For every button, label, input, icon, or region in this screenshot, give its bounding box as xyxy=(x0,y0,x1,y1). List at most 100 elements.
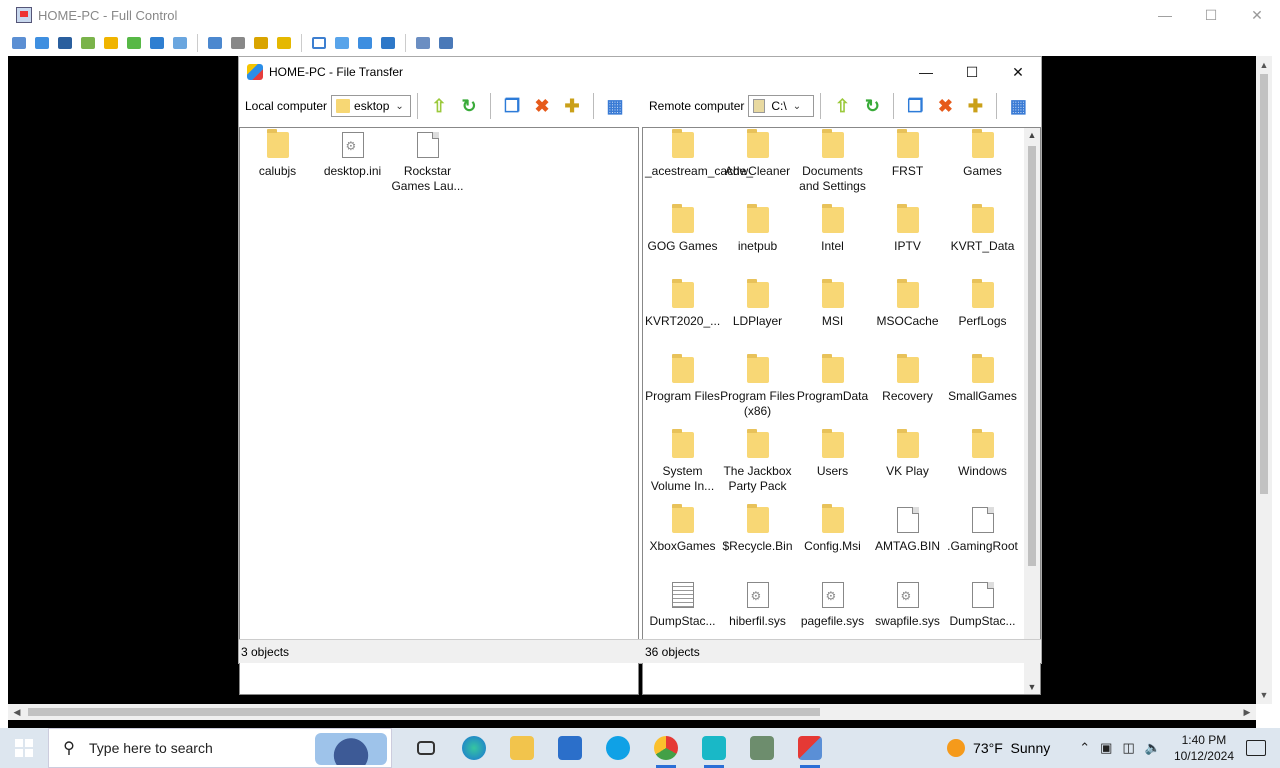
folder-item[interactable]: ProgramData xyxy=(795,354,870,404)
folder-item[interactable]: Windows xyxy=(945,429,1020,479)
fullscreen-icon[interactable] xyxy=(356,34,374,52)
file-item[interactable]: desktop.ini xyxy=(315,132,390,179)
vpn-button[interactable] xyxy=(690,728,738,768)
network-icon[interactable] xyxy=(229,34,247,52)
local-file-pane[interactable]: calubjs desktop.ini Rockstar Games Lau... xyxy=(239,127,639,695)
remote-copy-button[interactable]: ❐ xyxy=(902,93,928,119)
scroll-up-arrow-icon[interactable]: ▲ xyxy=(1256,58,1272,72)
folder-item[interactable]: KVRT2020_... xyxy=(645,279,720,329)
chevron-up-icon[interactable]: ⌃ xyxy=(1079,740,1090,756)
folder-item[interactable]: XboxGames xyxy=(645,504,720,554)
scroll-thumb[interactable] xyxy=(1260,74,1268,494)
folder-item[interactable]: $Recycle.Bin xyxy=(720,504,795,554)
folder-item[interactable]: KVRT_Data xyxy=(945,204,1020,254)
outer-horizontal-scrollbar[interactable]: ◀ ▶ xyxy=(8,704,1256,720)
folder-item[interactable]: Program Files (x86) xyxy=(720,354,795,419)
folder-item[interactable]: AdwCleaner xyxy=(720,129,795,179)
remote-new-folder-button[interactable]: ✚ xyxy=(962,93,988,119)
scale-icon[interactable] xyxy=(379,34,397,52)
message-icon[interactable] xyxy=(171,34,189,52)
clock[interactable]: 1:40 PM 10/12/2024 xyxy=(1174,732,1234,764)
local-new-folder-button[interactable]: ✚ xyxy=(559,93,585,119)
edge-button[interactable] xyxy=(450,728,498,768)
remote-file-pane[interactable]: ▲ ▼ _acestream_cache_ AdwCleaner Documents… xyxy=(642,127,1041,695)
file-item[interactable]: hiberfil.sys xyxy=(720,582,795,629)
file-item[interactable]: AMTAG.BIN xyxy=(870,507,945,554)
local-up-folder-button[interactable]: ⇧ xyxy=(426,93,452,119)
volume-icon[interactable]: 🔈 xyxy=(1145,740,1161,756)
ft-maximize-button[interactable]: ☐ xyxy=(949,57,995,87)
settings-tools-icon[interactable] xyxy=(437,34,455,52)
notification-icon[interactable] xyxy=(1246,740,1266,756)
folder-item[interactable]: The Jackbox Party Pack xyxy=(720,429,795,494)
file-item[interactable]: swapfile.sys xyxy=(870,582,945,629)
folder-item[interactable]: Intel xyxy=(795,204,870,254)
weather-widget[interactable]: 73°F Sunny xyxy=(947,739,1050,757)
folder-item[interactable]: MSI xyxy=(795,279,870,329)
fit-screen-icon[interactable] xyxy=(333,34,351,52)
chrome-button[interactable] xyxy=(642,728,690,768)
folder-item[interactable]: Program Files xyxy=(645,354,720,404)
folder-item[interactable]: LDPlayer xyxy=(720,279,795,329)
file-item[interactable]: .GamingRoot xyxy=(945,507,1020,554)
lock-icon[interactable] xyxy=(252,34,270,52)
folder-item[interactable]: MSOCache xyxy=(870,279,945,329)
task-view-button[interactable] xyxy=(402,728,450,768)
file-transfer-icon[interactable] xyxy=(79,34,97,52)
outer-minimize-button[interactable]: — xyxy=(1142,0,1188,30)
actions-icon[interactable] xyxy=(10,34,28,52)
folder-item[interactable]: FRST xyxy=(870,129,945,179)
file-item[interactable]: Rockstar Games Lau... xyxy=(390,132,465,194)
chat-icon[interactable] xyxy=(125,34,143,52)
folder-item[interactable]: IPTV xyxy=(870,204,945,254)
local-copy-button[interactable]: ❐ xyxy=(499,93,525,119)
file-item[interactable]: pagefile.sys xyxy=(795,582,870,629)
start-button[interactable] xyxy=(0,728,48,768)
window-mode-icon[interactable] xyxy=(310,34,328,52)
folder-item[interactable]: Games xyxy=(945,129,1020,179)
outer-vertical-scrollbar[interactable]: ▲ ▼ xyxy=(1256,56,1272,704)
remote-refresh-button[interactable]: ↻ xyxy=(859,93,885,119)
ft-minimize-button[interactable]: — xyxy=(903,57,949,87)
mail-button[interactable] xyxy=(546,728,594,768)
remote-pane-scrollbar[interactable]: ▲ ▼ xyxy=(1024,128,1040,694)
file-item[interactable]: DumpStac... xyxy=(645,582,720,629)
local-delete-button[interactable]: ✖ xyxy=(529,93,555,119)
outer-close-button[interactable]: ✕ xyxy=(1234,0,1280,30)
skype-button[interactable] xyxy=(594,728,642,768)
local-view-mode-button[interactable]: ▦ xyxy=(602,93,628,119)
remote-path-dropdown[interactable]: C:\ ⌄ xyxy=(748,95,815,117)
multi-monitor-icon[interactable] xyxy=(414,34,432,52)
scroll-thumb[interactable] xyxy=(1028,146,1036,566)
scroll-right-arrow-icon[interactable]: ▶ xyxy=(1240,704,1254,720)
remote-delete-button[interactable]: ✖ xyxy=(932,93,958,119)
file-item[interactable]: DumpStac... xyxy=(945,582,1020,629)
taskbar-search-box[interactable]: ⚲ Type here to search xyxy=(48,728,392,768)
folder-item[interactable]: GOG Games xyxy=(645,204,720,254)
unlock-icon[interactable] xyxy=(275,34,293,52)
folder-item[interactable]: Documents and Settings xyxy=(795,129,870,194)
scroll-left-arrow-icon[interactable]: ◀ xyxy=(10,704,24,720)
anydesk-button[interactable] xyxy=(786,728,834,768)
remote-view-mode-button[interactable]: ▦ xyxy=(1005,93,1031,119)
folder-item[interactable]: VK Play xyxy=(870,429,945,479)
remote-up-folder-button[interactable]: ⇧ xyxy=(829,93,855,119)
folder-item[interactable]: calubjs xyxy=(240,129,315,179)
scroll-down-arrow-icon[interactable]: ▼ xyxy=(1256,688,1272,702)
folder-item[interactable]: Users xyxy=(795,429,870,479)
scroll-down-arrow-icon[interactable]: ▼ xyxy=(1024,682,1040,692)
power-icon[interactable] xyxy=(102,34,120,52)
file-explorer-button[interactable] xyxy=(498,728,546,768)
folder-item[interactable]: Recovery xyxy=(870,354,945,404)
local-path-dropdown[interactable]: esktop ⌄ xyxy=(331,95,412,117)
terminal-icon[interactable] xyxy=(56,34,74,52)
folder-item[interactable]: _acestream_cache_ xyxy=(645,129,753,179)
network-icon[interactable]: ◫ xyxy=(1122,740,1134,756)
full-control-icon[interactable] xyxy=(33,34,51,52)
voice-call-icon[interactable] xyxy=(148,34,166,52)
scroll-thumb[interactable] xyxy=(28,708,820,716)
ft-close-button[interactable]: ✕ xyxy=(995,57,1041,87)
scroll-up-arrow-icon[interactable]: ▲ xyxy=(1024,130,1040,140)
upload-icon[interactable] xyxy=(206,34,224,52)
meet-now-icon[interactable]: ▣ xyxy=(1100,740,1112,756)
